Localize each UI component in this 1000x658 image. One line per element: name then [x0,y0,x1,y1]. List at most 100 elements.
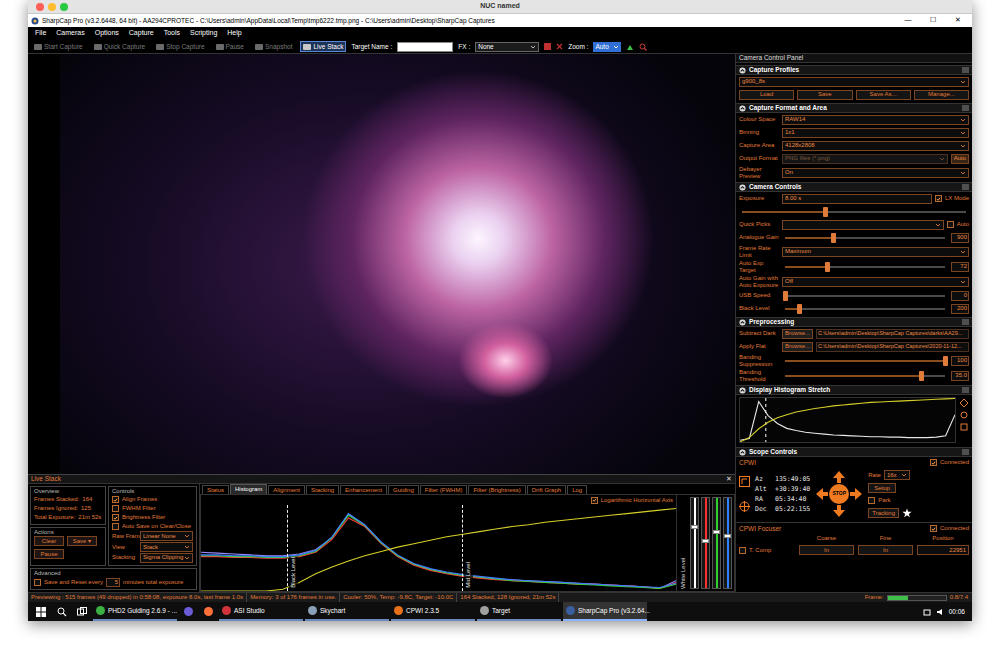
level-track[interactable] [701,497,710,589]
level-handle[interactable] [713,530,720,534]
checkbox[interactable] [112,505,119,512]
menu-item[interactable]: Tools [159,28,185,39]
minimize-dot-icon[interactable] [48,3,56,11]
level-track[interactable] [723,497,732,589]
stretch-chart[interactable] [739,397,956,443]
checkbox[interactable] [930,459,937,466]
slider-track[interactable] [742,211,966,213]
button[interactable]: Auto [951,154,969,164]
zoom-dropdown[interactable]: Auto [593,42,621,52]
dropdown[interactable]: g900_8s [739,77,969,87]
checkbox[interactable] [935,195,942,202]
section-header[interactable]: Display Histogram Stretch [736,385,972,395]
dropdown[interactable]: Off [782,277,969,287]
taskbar-item[interactable] [179,602,197,621]
slider-value[interactable]: 900 [951,233,969,243]
record-icon[interactable] [544,43,551,50]
toolbar-button[interactable]: Live Stack [300,41,346,52]
level-track[interactable] [690,497,699,589]
button[interactable]: Setup [868,483,896,493]
level-handle[interactable] [691,525,698,529]
dropdown[interactable]: Sigma Clipping [140,553,193,563]
minutes-input[interactable]: 5 [106,578,120,587]
taskbar-item[interactable]: Skychart [305,602,389,621]
checkbox[interactable] [591,497,598,504]
checkbox[interactable] [34,579,41,586]
dropdown[interactable]: RAW14 [782,115,969,125]
slider-value[interactable]: 72 [951,262,969,272]
tab[interactable]: Drift Graph [527,485,566,494]
tab[interactable]: Guiding [388,485,419,494]
section-header[interactable]: Scope Controls [736,447,972,457]
level-marker[interactable] [287,505,288,591]
tab[interactable]: Stacking [306,485,339,494]
checkbox[interactable] [112,514,119,521]
slew-button[interactable] [833,505,845,517]
close-button[interactable]: ✕ [726,474,732,485]
slider-thumb[interactable] [943,356,948,366]
dropdown[interactable]: Maximum [782,247,969,257]
action-button[interactable]: Save▾ [67,536,97,546]
taskbar-item[interactable]: SharpCap Pro (v3.2.64... [563,602,647,621]
stop-button[interactable]: STOP [829,484,849,504]
slider-track[interactable] [785,237,945,239]
path-field[interactable]: C:\Users\admin\Desktop\SharpCap Captures… [816,329,969,339]
window-control-button[interactable]: ☐ [922,15,944,26]
button[interactable]: Manage... [914,90,969,100]
tab[interactable]: Status [202,485,229,494]
slider-value[interactable]: 100 [951,356,969,366]
dropdown[interactable]: 1x1 [782,128,969,138]
level-handle[interactable] [702,539,709,543]
section-header[interactable]: Capture Profiles [736,65,972,75]
tab[interactable]: Filter (FWHM) [420,485,468,494]
dropdown[interactable]: Stack [140,542,193,552]
slider-value[interactable]: 0 [951,291,969,301]
menu-item[interactable]: Scripting [185,28,222,39]
tab[interactable]: Alignment [268,485,305,494]
slider-track[interactable] [785,308,945,310]
target-name-input[interactable] [397,42,453,52]
level-handle[interactable] [724,534,731,538]
dropdown[interactable]: On [782,168,969,178]
button[interactable]: In [858,545,913,555]
button[interactable]: Save [797,90,852,100]
slider-thumb[interactable] [831,233,836,243]
slider-value[interactable]: 200 [951,304,969,314]
toolbar-button[interactable]: Snapshot [252,41,295,52]
menu-item[interactable]: Capture [124,28,159,39]
slider-thumb[interactable] [825,262,830,272]
window-control-button[interactable]: ✕ [947,15,969,26]
menu-item[interactable]: Cameras [51,28,89,39]
taskbar-item[interactable]: PHD2 Guiding 2.6.9 - ... [93,602,177,621]
action-button[interactable]: Clear [34,536,64,546]
section-header[interactable]: Capture Format and Area [736,103,972,113]
checkbox[interactable] [947,221,954,228]
toolbar-button[interactable]: Pause [213,41,247,52]
rate-dropdown[interactable]: 16x [884,470,910,480]
level-track[interactable] [712,497,721,589]
slider-thumb[interactable] [919,371,924,381]
taskbar-item[interactable]: ASI Studio [219,602,303,621]
taskbar-item[interactable]: CPWI 2.3.5 [391,602,475,621]
toolbar-button[interactable]: Start Capture [31,41,86,52]
slider-track[interactable] [785,375,945,377]
button[interactable]: Load [739,90,794,100]
exposure-input[interactable]: 8.00 s [782,194,932,204]
taskbar-item[interactable] [199,602,217,621]
zoom-dot-icon[interactable] [60,3,68,11]
position-field[interactable]: 22951 [917,545,969,555]
slew-button[interactable] [816,488,828,500]
fx-dropdown[interactable]: None [475,42,539,52]
tab[interactable]: Log [567,485,587,494]
toolbar-button[interactable]: Stop Capture [153,41,207,52]
dropdown[interactable]: 4128x2808 [782,141,969,151]
dropdown[interactable] [782,220,944,230]
slew-button[interactable] [833,471,845,483]
slider-thumb[interactable] [783,291,788,301]
slider-thumb[interactable] [797,304,802,314]
menu-item[interactable]: Options [90,28,124,39]
close-dot-icon[interactable] [36,3,44,11]
tab[interactable]: Enhancement [340,485,387,494]
checkbox[interactable] [868,497,875,504]
dropdown[interactable]: Linear None [140,531,193,541]
